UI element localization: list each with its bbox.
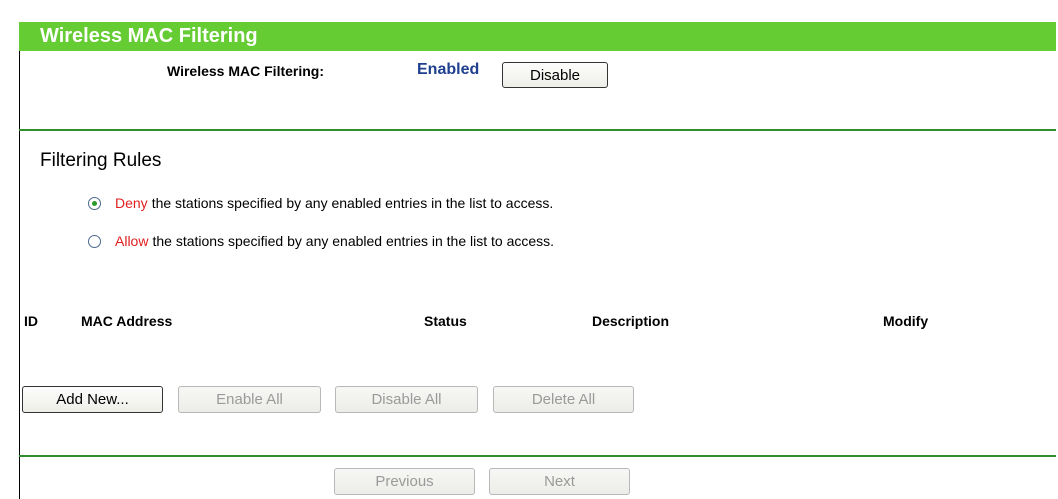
previous-button[interactable]: Previous bbox=[334, 468, 475, 495]
column-header-status: Status bbox=[424, 313, 467, 329]
delete-all-button[interactable]: Delete All bbox=[493, 386, 634, 413]
disable-button[interactable]: Disable bbox=[502, 62, 608, 88]
deny-radio[interactable] bbox=[88, 196, 101, 210]
column-header-mac-address: MAC Address bbox=[81, 313, 173, 329]
allow-radio[interactable] bbox=[88, 234, 101, 248]
rule-option-deny[interactable]: Deny the stations specified by any enabl… bbox=[88, 195, 553, 211]
next-button[interactable]: Next bbox=[489, 468, 630, 495]
rule-option-allow[interactable]: Allow the stations specified by any enab… bbox=[88, 233, 554, 249]
mac-filtering-status-value: Enabled bbox=[417, 61, 480, 78]
filtering-rules-title: Filtering Rules bbox=[40, 150, 162, 171]
add-new-button[interactable]: Add New... bbox=[22, 386, 163, 413]
allow-keyword: Allow bbox=[115, 233, 149, 249]
disable-all-button[interactable]: Disable All bbox=[335, 386, 478, 413]
deny-description: the stations specified by any enabled en… bbox=[151, 195, 554, 211]
column-header-id: ID bbox=[24, 313, 38, 329]
mac-filtering-status-label: Wireless MAC Filtering: bbox=[167, 63, 325, 79]
divider-top bbox=[19, 129, 1056, 131]
divider-bottom bbox=[19, 455, 1056, 457]
content-panel bbox=[19, 22, 1056, 499]
allow-description: the stations specified by any enabled en… bbox=[152, 233, 555, 249]
radio-selected-dot bbox=[92, 200, 97, 206]
column-header-modify: Modify bbox=[883, 313, 929, 329]
deny-keyword: Deny bbox=[115, 195, 148, 211]
page-title: Wireless MAC Filtering bbox=[40, 25, 258, 47]
column-header-description: Description bbox=[592, 313, 670, 329]
enable-all-button[interactable]: Enable All bbox=[178, 386, 321, 413]
